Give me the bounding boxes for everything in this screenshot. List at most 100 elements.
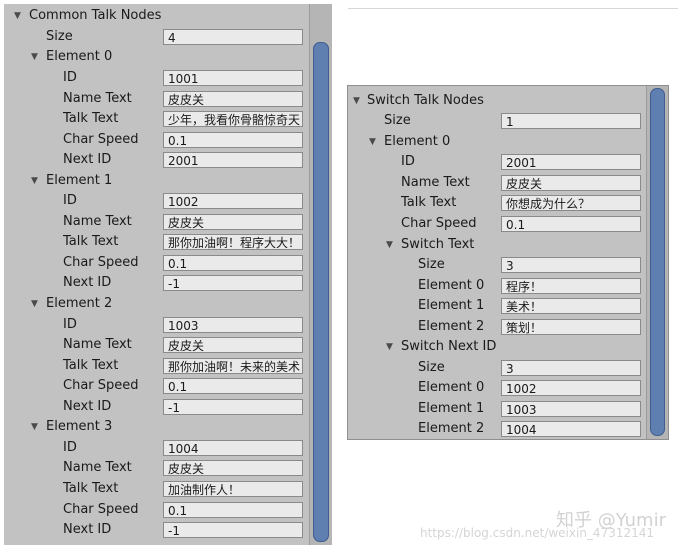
scrollbar-thumb[interactable] <box>313 42 329 542</box>
switch-next-element-1-row: Element 1 1003 <box>348 399 646 419</box>
next-id-label: Next ID <box>63 399 112 414</box>
vertical-scrollbar[interactable] <box>646 86 668 439</box>
id-field[interactable]: 2001 <box>501 154 641 170</box>
id-label: ID <box>63 70 77 85</box>
element-1-next-row: Next ID -1 <box>4 273 314 293</box>
element-3-name-row: Name Text 皮皮关 <box>4 458 314 478</box>
triangle-down-icon: ▼ <box>31 52 38 62</box>
next-id-label: Next ID <box>63 522 112 537</box>
switch-next-id-foldout[interactable]: ▼ Switch Next ID <box>348 337 646 357</box>
next-id-field[interactable]: -1 <box>163 275 303 291</box>
triangle-down-icon: ▼ <box>31 422 38 432</box>
char-speed-field[interactable]: 0.1 <box>501 216 641 232</box>
size-label: Size <box>384 113 411 128</box>
switch-text-element-1-row: Element 1 美术！ <box>348 296 646 316</box>
switch-text-value-field[interactable]: 策划！ <box>501 319 641 335</box>
common-talk-nodes-foldout[interactable]: ▼ Common Talk Nodes <box>4 6 314 26</box>
name-text-label: Name Text <box>63 91 132 106</box>
name-text-field[interactable]: 皮皮关 <box>163 214 303 230</box>
element-2-foldout[interactable]: ▼ Element 2 <box>4 294 314 314</box>
scrollbar-thumb[interactable] <box>650 88 665 436</box>
name-text-field[interactable]: 皮皮关 <box>163 337 303 353</box>
switch-text-title: Switch Text <box>401 237 475 252</box>
element-2-talk-row: Talk Text 那你加油啊！未来的美术 <box>4 356 314 376</box>
talk-text-field[interactable]: 加油制作人！ <box>163 481 303 497</box>
name-text-field[interactable]: 皮皮关 <box>163 460 303 476</box>
common-talk-nodes-header: Common Talk Nodes <box>29 8 162 23</box>
element-2-next-row: Next ID -1 <box>4 397 314 417</box>
element-3-next-row: Next ID -1 <box>4 520 314 540</box>
element-label: Element 1 <box>418 401 485 416</box>
element-3-talk-row: Talk Text 加油制作人！ <box>4 479 314 499</box>
triangle-down-icon: ▼ <box>31 299 38 309</box>
element-1-speed-row: Char Speed 0.1 <box>4 253 314 273</box>
size-label: Size <box>46 29 73 44</box>
element-title: Element 2 <box>46 296 113 311</box>
element-0-foldout[interactable]: ▼ Element 0 <box>4 47 314 67</box>
switch-text-value-field[interactable]: 程序！ <box>501 278 641 294</box>
element-0-speed-row: Char Speed 0.1 <box>4 130 314 150</box>
char-speed-field[interactable]: 0.1 <box>163 502 303 518</box>
element-0-id-row: ID 1001 <box>4 68 314 88</box>
element-label: Element 0 <box>418 278 485 293</box>
char-speed-label: Char Speed <box>63 132 139 147</box>
triangle-down-icon: ▼ <box>353 96 360 106</box>
name-text-field[interactable]: 皮皮关 <box>163 91 303 107</box>
element-title: Element 0 <box>46 49 113 64</box>
switch-talk-nodes-panel: ▼ Switch Talk Nodes Size 1 ▼ Element 0 I… <box>347 85 669 440</box>
element-label: Element 2 <box>418 319 485 334</box>
switch-next-value-field[interactable]: 1002 <box>501 380 641 396</box>
talk-text-label: Talk Text <box>401 195 457 210</box>
element-3-id-row: ID 1004 <box>4 438 314 458</box>
id-field[interactable]: 1004 <box>163 440 303 456</box>
element-3-speed-row: Char Speed 0.1 <box>4 500 314 520</box>
element-label: Element 0 <box>418 380 485 395</box>
char-speed-label: Char Speed <box>63 502 139 517</box>
triangle-down-icon: ▼ <box>31 176 38 186</box>
talk-text-field[interactable]: 你想成为什么？ <box>501 195 641 211</box>
element-title: Element 0 <box>384 134 451 149</box>
common-size-row: Size 4 <box>4 27 314 47</box>
size-label: Size <box>418 360 445 375</box>
element-3-foldout[interactable]: ▼ Element 3 <box>4 417 314 437</box>
switch-next-size-field[interactable]: 3 <box>501 360 641 376</box>
next-id-field[interactable]: 2001 <box>163 152 303 168</box>
triangle-down-icon: ▼ <box>14 11 21 21</box>
element-label: Element 2 <box>418 421 485 436</box>
switch-next-value-field[interactable]: 1004 <box>501 421 641 437</box>
id-field[interactable]: 1003 <box>163 317 303 333</box>
char-speed-field[interactable]: 0.1 <box>163 255 303 271</box>
switch-next-element-2-row: Element 2 1004 <box>348 419 646 439</box>
triangle-down-icon: ▼ <box>386 342 393 352</box>
char-speed-field[interactable]: 0.1 <box>163 378 303 394</box>
switch-size-row: Size 1 <box>348 111 646 131</box>
switch-talk-nodes-foldout[interactable]: ▼ Switch Talk Nodes <box>348 91 646 111</box>
id-field[interactable]: 1001 <box>163 70 303 86</box>
talk-text-field[interactable]: 少年，我看你骨骼惊奇天 <box>163 111 303 127</box>
name-text-label: Name Text <box>63 460 132 475</box>
switch-text-element-2-row: Element 2 策划！ <box>348 317 646 337</box>
switch-element-0-foldout[interactable]: ▼ Element 0 <box>348 132 646 152</box>
char-speed-field[interactable]: 0.1 <box>163 132 303 148</box>
next-id-label: Next ID <box>63 152 112 167</box>
switch-size-field[interactable]: 1 <box>501 113 641 129</box>
watermark-url: https://blog.csdn.net/weixin_47312141 <box>420 526 655 540</box>
element-1-foldout[interactable]: ▼ Element 1 <box>4 171 314 191</box>
switch-text-size-field[interactable]: 3 <box>501 257 641 273</box>
id-label: ID <box>63 193 77 208</box>
switch-text-foldout[interactable]: ▼ Switch Text <box>348 235 646 255</box>
element-title: Element 1 <box>46 173 113 188</box>
element-1-talk-row: Talk Text 那你加油啊！程序大大！ <box>4 232 314 252</box>
name-text-field[interactable]: 皮皮关 <box>501 175 641 191</box>
common-size-field[interactable]: 4 <box>163 29 303 45</box>
id-field[interactable]: 1002 <box>163 193 303 209</box>
element-0-talk-row: Talk Text 少年，我看你骨骼惊奇天 <box>4 109 314 129</box>
next-id-field[interactable]: -1 <box>163 399 303 415</box>
next-id-field[interactable]: -1 <box>163 522 303 538</box>
talk-text-field[interactable]: 那你加油啊！未来的美术 <box>163 358 303 374</box>
switch-text-value-field[interactable]: 美术！ <box>501 298 641 314</box>
talk-text-field[interactable]: 那你加油啊！程序大大！ <box>163 234 303 250</box>
element-2-id-row: ID 1003 <box>4 315 314 335</box>
switch-next-value-field[interactable]: 1003 <box>501 401 641 417</box>
vertical-scrollbar[interactable] <box>309 4 332 545</box>
